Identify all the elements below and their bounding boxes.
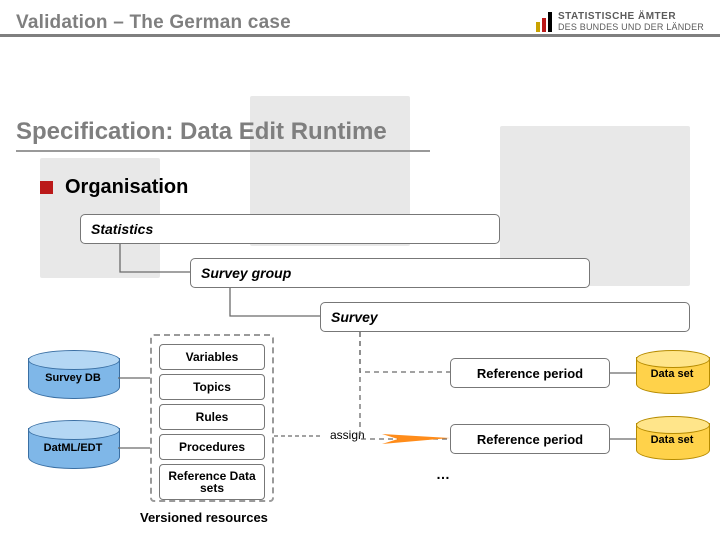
logo-icon <box>536 12 552 32</box>
dataset-1-label: Data set <box>636 368 708 380</box>
cylinder-dataset-1: Data set <box>636 350 708 400</box>
item-procedures: Procedures <box>159 434 265 460</box>
cylinder-dataset-2: Data set <box>636 416 708 466</box>
bullet-square-icon <box>40 181 53 194</box>
versioned-resources-label: Versioned resources <box>140 510 268 525</box>
assign-label: assign <box>330 428 365 442</box>
bullet-row: Organisation <box>40 176 188 199</box>
dataset-2-label: Data set <box>636 434 708 446</box>
survey-db-label: Survey DB <box>28 372 118 384</box>
item-variables: Variables <box>159 344 265 370</box>
section-heading: Specification: Data Edit Runtime <box>16 118 387 146</box>
box-reference-period-1: Reference period <box>450 358 610 388</box>
box-survey-group: Survey group <box>190 258 590 288</box>
box-survey: Survey <box>320 302 690 332</box>
cylinder-datml: DatML/EDT <box>28 420 118 476</box>
box-reference-period-2: Reference period <box>450 424 610 454</box>
logo-text: STATISTISCHE ÄMTER DES BUNDES UND DER LÄ… <box>558 12 704 32</box>
box-statistics: Statistics <box>80 214 500 244</box>
item-reference-data-sets: Reference Data sets <box>159 464 265 500</box>
bullet-label: Organisation <box>65 176 188 199</box>
ellipsis: … <box>436 466 450 482</box>
logo: STATISTISCHE ÄMTER DES BUNDES UND DER LÄ… <box>536 6 704 38</box>
item-rules: Rules <box>159 404 265 430</box>
section-rule <box>16 150 430 152</box>
item-topics: Topics <box>159 374 265 400</box>
versioned-resources-group: Variables Topics Rules Procedures Refere… <box>150 334 274 502</box>
datml-label: DatML/EDT <box>28 442 118 454</box>
cylinder-survey-db: Survey DB <box>28 350 118 406</box>
